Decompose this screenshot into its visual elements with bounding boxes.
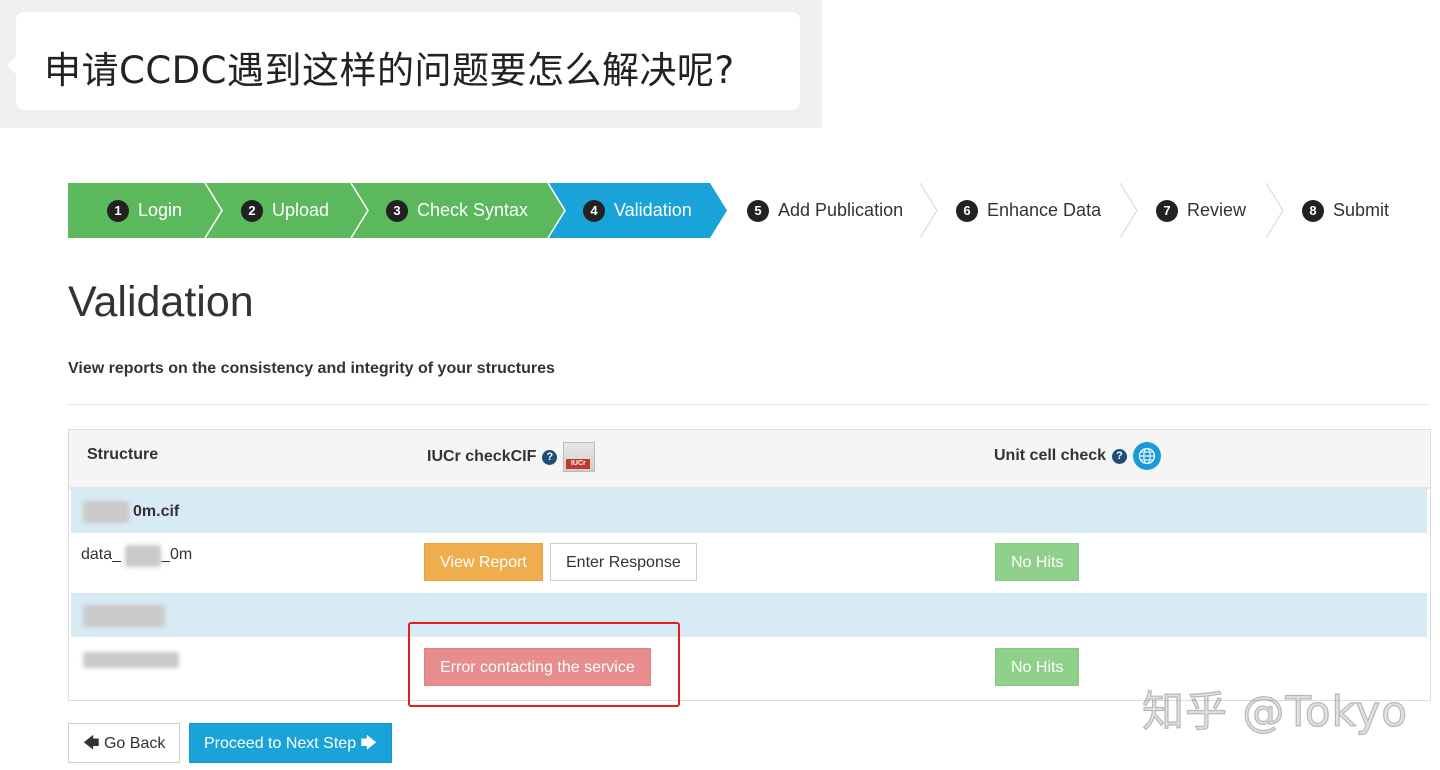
step-number: 3 — [386, 199, 408, 222]
redacted-filename — [83, 605, 165, 627]
step-label: Upload — [272, 200, 330, 220]
view-report-button[interactable]: View Report — [424, 543, 543, 581]
step-upload[interactable]: 2 Upload — [241, 183, 329, 238]
header-unitcell-label: Unit cell check — [994, 447, 1107, 464]
header-structure-label: Structure — [87, 446, 159, 463]
table-header: Structure IUCr checkCIF ? IUCr Unit cell… — [69, 430, 1430, 489]
iucr-logo-text: IUCr — [566, 459, 591, 469]
page-subtitle: View reports on the consistency and inte… — [68, 360, 555, 377]
redacted-filename — [83, 501, 129, 523]
validation-table: Structure IUCr checkCIF ? IUCr Unit cell… — [68, 429, 1431, 701]
data-block-prefix: data_ — [81, 546, 122, 563]
step-label: Review — [1187, 200, 1247, 220]
enter-response-button[interactable]: Enter Response — [550, 543, 697, 581]
file-group-row: 0m.cif — [71, 489, 1427, 533]
proceed-next-button[interactable]: Proceed to Next Step 🡆 — [189, 723, 393, 763]
step-label: Enhance Data — [987, 200, 1102, 220]
step-number: 1 — [107, 199, 129, 222]
watermark: 知乎 @Tokyo — [1141, 686, 1408, 736]
data-block-suffix: _0m — [161, 546, 193, 563]
step-label: Submit — [1333, 200, 1390, 220]
file-name: 0m.cif — [133, 503, 180, 520]
step-check-syntax[interactable]: 3 Check Syntax — [386, 183, 528, 238]
step-label: Login — [138, 200, 183, 220]
question-banner: 申请CCDC遇到这样的问题要怎么解决呢? — [0, 0, 822, 128]
unit-cell-result-button[interactable]: No Hits — [995, 543, 1080, 581]
step-number: 7 — [1156, 199, 1178, 222]
go-back-label: Go Back — [103, 735, 166, 752]
step-enhance-data: 6 Enhance Data — [956, 183, 1101, 238]
step-number: 4 — [583, 199, 605, 222]
step-login[interactable]: 1 Login — [107, 183, 182, 238]
step-review: 7 Review — [1156, 183, 1246, 238]
step-add-publication: 5 Add Publication — [747, 183, 903, 238]
question-text: 申请CCDC遇到这样的问题要怎么解决呢? — [44, 49, 735, 92]
step-label: Check Syntax — [417, 200, 529, 220]
header-checkcif: IUCr checkCIF ? IUCr — [427, 442, 596, 472]
iucr-logo[interactable]: IUCr — [563, 442, 596, 472]
divider — [68, 404, 1430, 405]
page-title: Validation — [68, 278, 254, 326]
header-checkcif-label: IUCr checkCIF — [427, 448, 537, 465]
help-icon[interactable]: ? — [542, 449, 558, 465]
arrow-left-icon: 🡄 — [83, 735, 100, 752]
redacted-data-name — [125, 545, 161, 567]
step-label: Validation — [614, 200, 692, 220]
go-back-button[interactable]: 🡄 Go Back — [68, 723, 181, 763]
header-unit-cell: Unit cell check ? — [994, 442, 1162, 470]
proceed-label: Proceed to Next Step — [204, 735, 357, 752]
step-submit: 8 Submit — [1302, 183, 1389, 238]
file-group-row — [71, 593, 1427, 637]
step-number: 2 — [241, 199, 263, 222]
step-number: 5 — [747, 199, 769, 222]
step-label: Add Publication — [778, 200, 904, 220]
arrow-right-icon: 🡆 — [360, 735, 378, 752]
step-validation[interactable]: 4 Validation — [583, 183, 692, 238]
globe-icon[interactable] — [1133, 442, 1162, 470]
error-highlight-box — [408, 622, 680, 707]
step-number: 6 — [956, 199, 978, 222]
question-bubble: 申请CCDC遇到这样的问题要怎么解决呢? — [7, 12, 800, 110]
redacted-data-name — [83, 652, 179, 668]
unit-cell-result-button[interactable]: No Hits — [995, 648, 1080, 686]
header-structure: Structure — [87, 446, 158, 464]
step-number: 8 — [1302, 199, 1324, 222]
help-icon[interactable]: ? — [1112, 448, 1128, 464]
